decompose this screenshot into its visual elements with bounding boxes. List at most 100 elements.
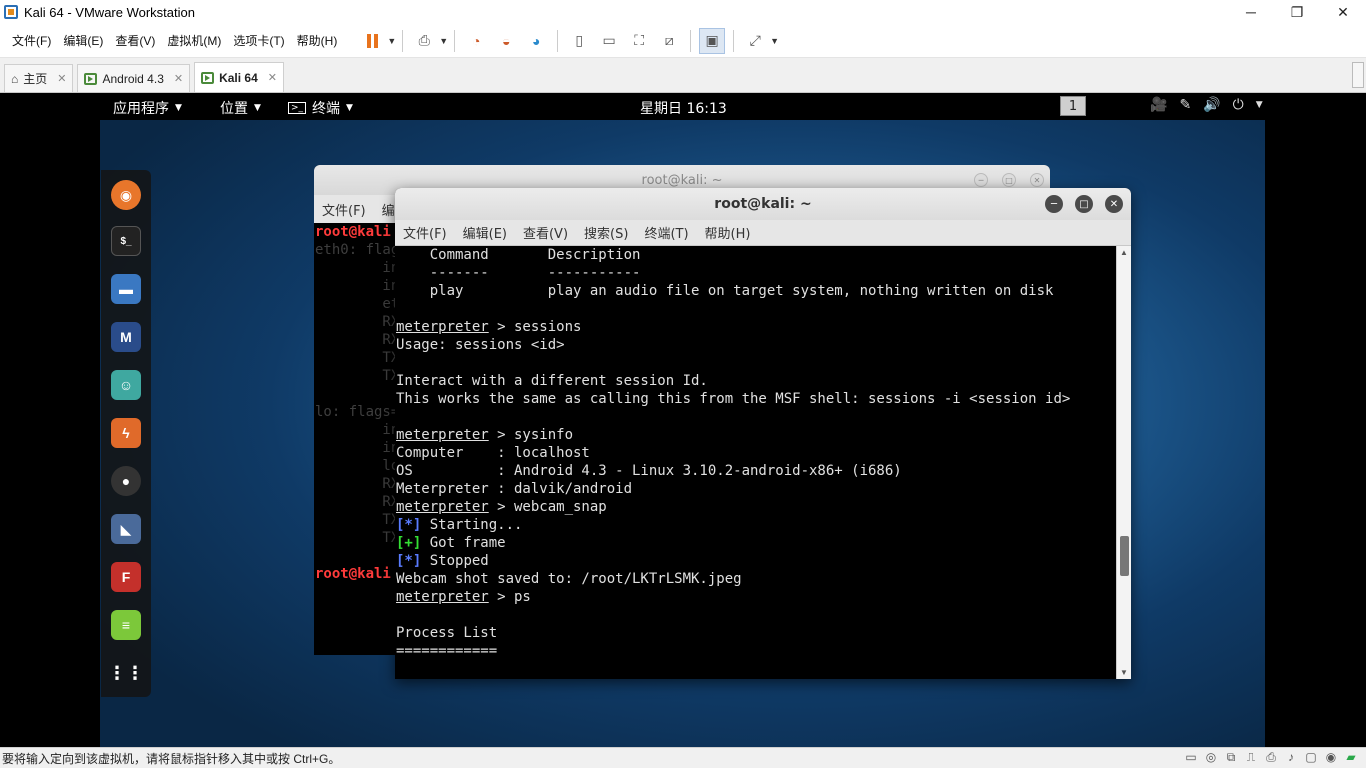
printer-icon[interactable]: ⎙ — [1264, 750, 1278, 764]
scroll-up-icon[interactable]: ▲ — [1120, 248, 1128, 257]
sound-icon[interactable]: ♪ — [1284, 750, 1298, 764]
menu-file[interactable]: 文件(F) — [403, 223, 447, 242]
thumbnail-view-icon[interactable]: ▭ — [596, 28, 622, 54]
restore-button[interactable]: ❐ — [1274, 0, 1320, 24]
files-icon[interactable]: ▬ — [111, 274, 141, 304]
show-applications-icon[interactable]: ⋮⋮ — [108, 658, 144, 688]
snapshot-icon[interactable]: ◔ — [463, 28, 489, 54]
minimize-button[interactable]: ─ — [1228, 0, 1274, 24]
chevron-down-icon: ▼ — [1255, 100, 1263, 110]
tab-close-icon[interactable]: ✕ — [268, 71, 277, 84]
home-icon: ⌂ — [11, 71, 19, 86]
menu-edit[interactable]: 编 — [382, 200, 395, 219]
terminal-launcher-icon[interactable]: $_ — [111, 226, 141, 256]
maximize-icon[interactable]: □ — [1075, 195, 1093, 213]
menu-search[interactable]: 搜索(S) — [584, 223, 628, 242]
menu-terminal[interactable]: 终端(T) — [644, 223, 688, 242]
pause-icon — [366, 33, 378, 48]
minimize-icon[interactable]: ─ — [1045, 195, 1063, 213]
terminal-front-title: root@kali: ~ — [714, 196, 812, 212]
menu-edit[interactable]: 编辑(E) — [463, 223, 507, 242]
pause-dropdown-icon[interactable]: ▼ — [387, 36, 396, 46]
tab-android[interactable]: Android 4.3 ✕ — [77, 64, 191, 92]
terminal-front-line: Meterpreter : dalvik/android — [396, 480, 1115, 498]
workspace-indicator[interactable]: 1 — [1060, 96, 1086, 116]
scroll-down-icon[interactable]: ▼ — [1120, 668, 1128, 677]
tab-scroll-button[interactable] — [1352, 62, 1364, 88]
vm-display[interactable]: 应用程序 ▼ 位置 ▼ >_ 终端 ▼ 星期日 16:13 1 🎥 ✎ 🔊 ⏻ ▼ ◉… — [0, 93, 1366, 747]
revert-snapshot-icon[interactable]: ◒ — [493, 28, 519, 54]
burpsuite-icon[interactable]: ϟ — [111, 418, 141, 448]
maximize-icon[interactable]: □ — [1002, 173, 1016, 187]
beef-icon[interactable]: ◣ — [111, 514, 141, 544]
hard-disk-icon[interactable]: ▭ — [1184, 750, 1198, 764]
scrollbar-thumb[interactable] — [1120, 536, 1129, 576]
places-menu[interactable]: 位置 ▼ — [220, 98, 261, 118]
stretch-dropdown-icon[interactable]: ▼ — [770, 36, 779, 46]
places-label: 位置 — [220, 101, 248, 117]
tab-close-icon[interactable]: ✕ — [174, 72, 183, 85]
system-tray[interactable]: 🎥 ✎ 🔊 ⏻ ▼ — [1150, 97, 1263, 113]
menu-help[interactable]: 帮助(H) — [705, 223, 751, 242]
pause-button[interactable] — [359, 28, 385, 54]
vm-icon — [201, 71, 215, 84]
maltego-icon[interactable]: ● — [111, 466, 141, 496]
tab-close-icon[interactable]: ✕ — [57, 72, 66, 85]
cdrom-icon[interactable]: ◎ — [1204, 750, 1218, 764]
terminal-app-menu[interactable]: >_ 终端 ▼ — [288, 98, 353, 118]
menu-vm[interactable]: 虚拟机(M) — [161, 32, 227, 49]
terminal-front-line: play play an audio file on target system… — [396, 282, 1115, 300]
send-keys-dropdown-icon[interactable]: ▼ — [439, 36, 448, 46]
terminal-scrollbar[interactable]: ▲ ▼ — [1116, 246, 1131, 679]
armitage-icon[interactable]: ☺ — [111, 370, 141, 400]
terminal-front-line: ------- ----------- — [396, 264, 1115, 282]
menu-edit[interactable]: 编辑(E) — [57, 32, 109, 49]
display-icon[interactable]: ▢ — [1304, 750, 1318, 764]
device-icons: ▭ ◎ ⧉ ⎍ ⎙ ♪ ▢ ◉ ▰ — [1184, 750, 1358, 765]
minimize-icon[interactable]: ─ — [974, 173, 988, 187]
snapshot-manager-icon[interactable]: ◕ — [523, 28, 549, 54]
toolbar-separator — [690, 29, 692, 52]
close-button[interactable]: ✕ — [1320, 0, 1366, 24]
fullscreen-icon[interactable]: ⛶ — [626, 28, 652, 54]
usb-icon[interactable]: ⎍ — [1244, 750, 1258, 764]
leafpad-icon[interactable]: ≡ — [111, 610, 141, 640]
console-view-icon[interactable]: ▣ — [699, 27, 726, 54]
dock: ◉ $_ ▬ M ☺ ϟ ● ◣ F ≡ ⋮⋮ — [101, 170, 151, 697]
faraday-icon[interactable]: F — [111, 562, 141, 592]
terminal-text-segment: [+] — [396, 535, 422, 551]
applications-menu[interactable]: 应用程序 ▼ — [113, 98, 182, 118]
toolbar-separator — [402, 29, 404, 52]
toolbar-separator — [454, 29, 456, 52]
firefox-icon[interactable]: ◉ — [111, 180, 141, 210]
menu-view[interactable]: 查看(V) — [523, 223, 568, 242]
terminal-front-line: Command Description — [396, 246, 1115, 264]
tab-home[interactable]: ⌂ 主页 ✕ — [4, 64, 74, 92]
menu-file[interactable]: 文件(F) — [322, 200, 366, 219]
terminal-front-output[interactable]: Command Description ------- ----------- … — [395, 246, 1115, 679]
terminal-window-front[interactable]: root@kali: ~ ─ □ ✕ 文件(F) 编辑(E) 查看(V) 搜索(… — [395, 188, 1131, 679]
stretch-icon[interactable]: ⤢ — [742, 28, 768, 54]
message-icon[interactable]: ▰ — [1344, 750, 1358, 764]
clock-label: 星期日 16:13 — [640, 101, 727, 117]
close-icon[interactable]: ✕ — [1030, 173, 1044, 187]
menu-help[interactable]: 帮助(H) — [291, 32, 344, 49]
metasploit-icon[interactable]: M — [111, 322, 141, 352]
menu-tabs[interactable]: 选项卡(T) — [227, 32, 290, 49]
send-keys-icon[interactable]: ⎙ — [411, 28, 437, 54]
library-view-icon[interactable]: ▯ — [566, 28, 592, 54]
clock[interactable]: 星期日 16:13 — [640, 98, 727, 118]
terminal-front-line: Computer : localhost — [396, 444, 1115, 462]
tab-label: Android 4.3 — [102, 71, 164, 86]
terminal-front-titlebar[interactable]: root@kali: ~ ─ □ ✕ — [395, 188, 1131, 220]
kali-desktop[interactable]: ◉ $_ ▬ M ☺ ϟ ● ◣ F ≡ ⋮⋮ root@kali: ~ ─ □… — [100, 120, 1265, 747]
unity-icon[interactable]: ⧄ — [656, 28, 682, 54]
tab-kali[interactable]: Kali 64 ✕ — [194, 62, 285, 92]
menu-view[interactable]: 查看(V) — [109, 32, 161, 49]
menu-file[interactable]: 文件(F) — [6, 32, 57, 49]
vmware-logo-icon — [4, 5, 18, 19]
record-icon[interactable]: ◉ — [1324, 750, 1338, 764]
network-icon[interactable]: ⧉ — [1224, 750, 1238, 764]
terminal-text-segment: > sessions — [488, 319, 582, 335]
close-icon[interactable]: ✕ — [1105, 195, 1123, 213]
